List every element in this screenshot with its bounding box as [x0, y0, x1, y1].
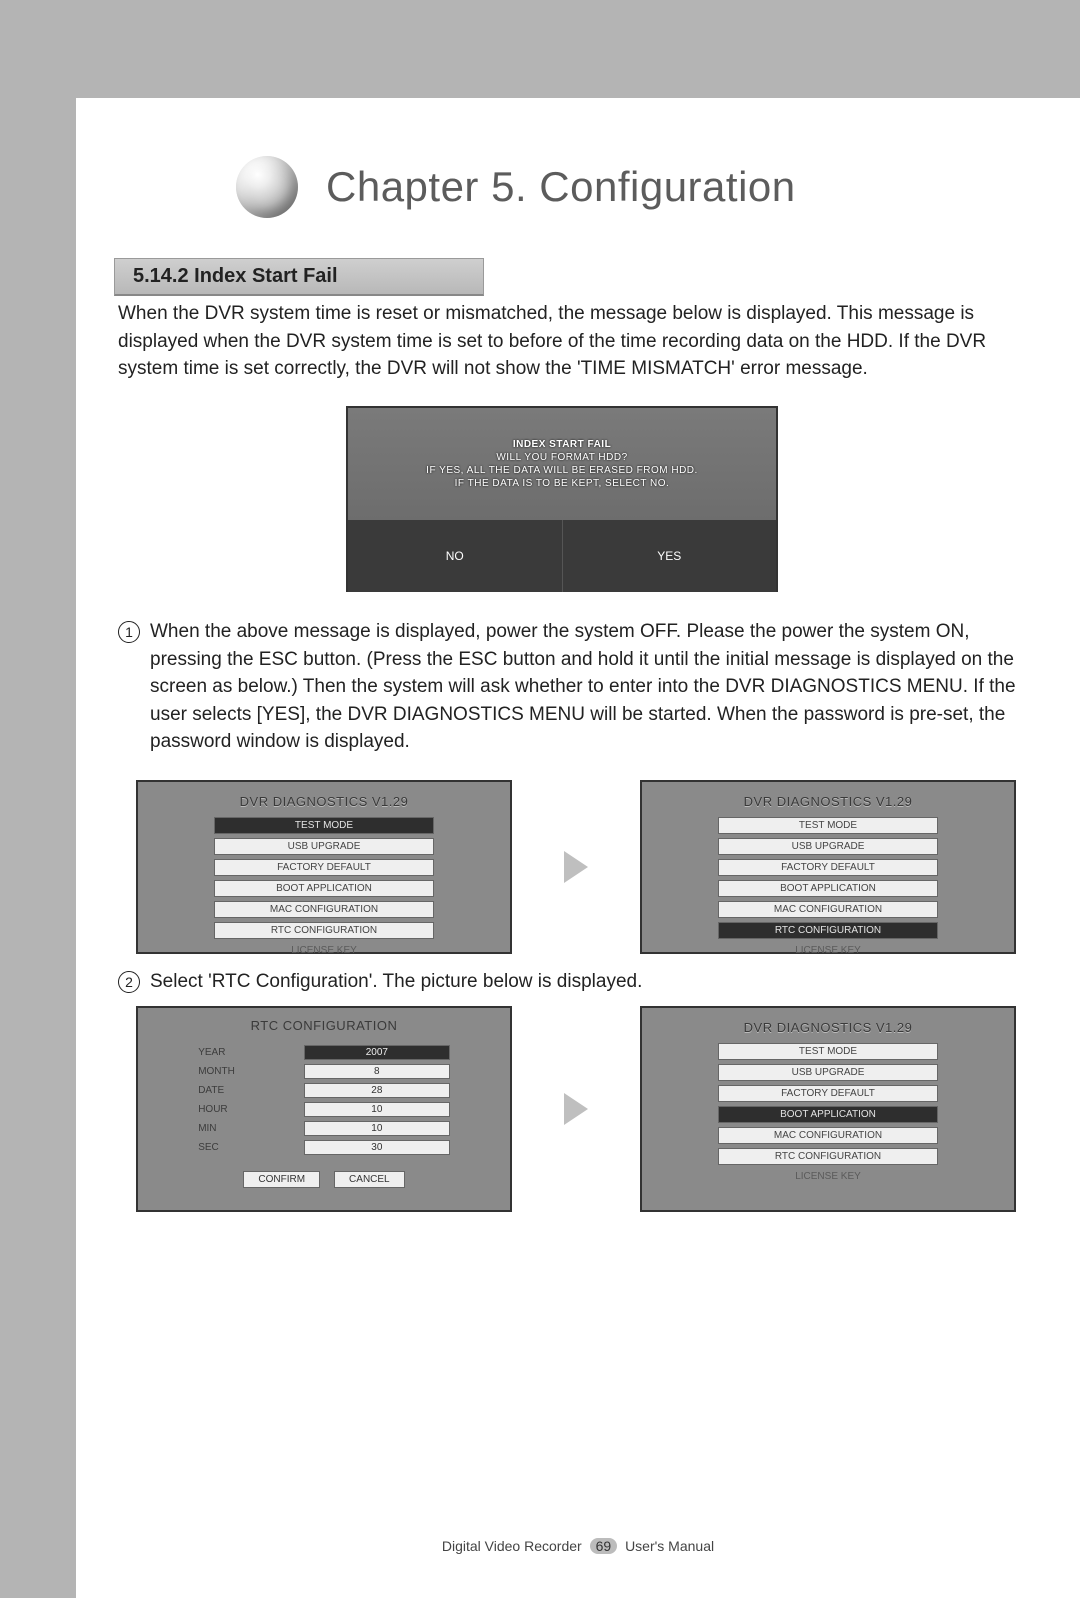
diag-menu-left: DVR DIAGNOSTICS V1.29 TEST MODE USB UPGRA… — [136, 780, 512, 954]
no-option: NO — [348, 520, 563, 592]
rtc-config-screenshot: RTC CONFIGURATION YEAR2007MONTH8DATE28HO… — [136, 1006, 512, 1212]
diag-menu-after: DVR DIAGNOSTICS V1.29 TEST MODE USB UPGRA… — [640, 1006, 1016, 1212]
side-bar — [0, 0, 76, 1598]
step-1-text: When the above message is displayed, pow… — [150, 618, 1018, 756]
section-heading: 5.14.2 Index Start Fail — [114, 258, 484, 296]
page: Chapter 5. Configuration 5.14.2 Index St… — [76, 98, 1080, 1598]
rtc-row: YEAR2007 — [198, 1045, 450, 1060]
rtc-buttons: CONFIRM CANCEL — [243, 1171, 404, 1188]
rtc-row: DATE28 — [198, 1083, 450, 1098]
diag-menu-item: FACTORY DEFAULT — [718, 1085, 938, 1102]
rtc-label: MIN — [198, 1123, 304, 1134]
index-fail-line2: IF YES, ALL THE DATA WILL BE ERASED FROM… — [426, 465, 698, 476]
rtc-value: 10 — [304, 1121, 450, 1136]
diag-menu-item: BOOT APPLICATION — [718, 880, 938, 897]
diag-menu-item: LICENSE KEY — [214, 943, 434, 958]
intro-paragraph: When the DVR system time is reset or mis… — [118, 300, 1018, 383]
index-fail-message: INDEX START FAIL WILL YOU FORMAT HDD? IF… — [348, 408, 776, 520]
footer: Digital Video Recorder 69 User's Manual — [76, 1538, 1080, 1554]
rtc-cancel-button: CANCEL — [334, 1171, 405, 1188]
rtc-value: 2007 — [304, 1045, 450, 1060]
rtc-label: HOUR — [198, 1104, 304, 1115]
arrow-right-icon — [564, 851, 588, 883]
diag-menu-item: USB UPGRADE — [718, 1064, 938, 1081]
page-number: 69 — [590, 1538, 618, 1554]
step-2-number-icon: 2 — [118, 971, 140, 993]
diag-menu-item: TEST MODE — [718, 817, 938, 834]
rtc-value: 10 — [304, 1102, 450, 1117]
diag-menu-pair: DVR DIAGNOSTICS V1.29 TEST MODE USB UPGRA… — [136, 780, 1016, 954]
diag-menu-item: MAC CONFIGURATION — [718, 901, 938, 918]
diag-menu-item: RTC CONFIGURATION — [718, 922, 938, 939]
diag-menu-item: FACTORY DEFAULT — [718, 859, 938, 876]
diag-menu-item: RTC CONFIGURATION — [718, 1148, 938, 1165]
step-1-number-icon: 1 — [118, 621, 140, 643]
section-heading-wrap: 5.14.2 Index Start Fail — [114, 258, 484, 296]
rtc-row: MONTH8 — [198, 1064, 450, 1079]
rtc-confirm-button: CONFIRM — [243, 1171, 320, 1188]
rtc-pair: RTC CONFIGURATION YEAR2007MONTH8DATE28HO… — [136, 1006, 1016, 1212]
rtc-label: MONTH — [198, 1066, 304, 1077]
diag-menu-item: USB UPGRADE — [718, 838, 938, 855]
diag-menu-item: FACTORY DEFAULT — [214, 859, 434, 876]
rtc-value: 28 — [304, 1083, 450, 1098]
diag-menu-left-title: DVR DIAGNOSTICS V1.29 — [240, 794, 409, 809]
rtc-row: HOUR10 — [198, 1102, 450, 1117]
rtc-row: MIN10 — [198, 1121, 450, 1136]
rtc-title: RTC CONFIGURATION — [251, 1018, 398, 1033]
sphere-bullet-icon — [236, 156, 298, 218]
rtc-label: YEAR — [198, 1047, 304, 1058]
rtc-value: 30 — [304, 1140, 450, 1155]
footer-right: User's Manual — [625, 1538, 714, 1554]
header-bar — [0, 0, 1080, 98]
step-2-text: Select 'RTC Configuration'. The picture … — [150, 968, 642, 996]
diag-menu-right: DVR DIAGNOSTICS V1.29 TEST MODE USB UPGRA… — [640, 780, 1016, 954]
diag-menu-right-title: DVR DIAGNOSTICS V1.29 — [744, 794, 913, 809]
diag-menu-item: USB UPGRADE — [214, 838, 434, 855]
index-fail-title: INDEX START FAIL — [513, 439, 611, 450]
footer-left: Digital Video Recorder — [442, 1538, 582, 1554]
diag-menu-item: MAC CONFIGURATION — [214, 901, 434, 918]
index-start-fail-screenshot: INDEX START FAIL WILL YOU FORMAT HDD? IF… — [346, 406, 778, 592]
diag-menu-item: RTC CONFIGURATION — [214, 922, 434, 939]
step-1: 1 When the above message is displayed, p… — [118, 618, 1018, 756]
diag-menu-item: MAC CONFIGURATION — [718, 1127, 938, 1144]
diag-menu-item: TEST MODE — [214, 817, 434, 834]
index-fail-line1: WILL YOU FORMAT HDD? — [496, 452, 627, 463]
diag-menu-item: LICENSE KEY — [718, 943, 938, 958]
arrow-right-icon — [564, 1093, 588, 1125]
diag-menu-item: TEST MODE — [718, 1043, 938, 1060]
chapter-row: Chapter 5. Configuration — [236, 156, 996, 218]
diag-menu-item: BOOT APPLICATION — [214, 880, 434, 897]
index-fail-options: NO YES — [348, 520, 776, 592]
rtc-row: SEC30 — [198, 1140, 450, 1155]
diag-menu-item: LICENSE KEY — [718, 1169, 938, 1184]
diag-menu-after-title: DVR DIAGNOSTICS V1.29 — [744, 1020, 913, 1035]
yes-option: YES — [563, 520, 777, 592]
rtc-label: DATE — [198, 1085, 304, 1096]
rtc-value: 8 — [304, 1064, 450, 1079]
rtc-label: SEC — [198, 1142, 304, 1153]
step-2: 2 Select 'RTC Configuration'. The pictur… — [118, 968, 1018, 996]
chapter-title: Chapter 5. Configuration — [326, 163, 796, 211]
index-fail-line3: IF THE DATA IS TO BE KEPT, SELECT NO. — [455, 478, 670, 489]
diag-menu-item: BOOT APPLICATION — [718, 1106, 938, 1123]
